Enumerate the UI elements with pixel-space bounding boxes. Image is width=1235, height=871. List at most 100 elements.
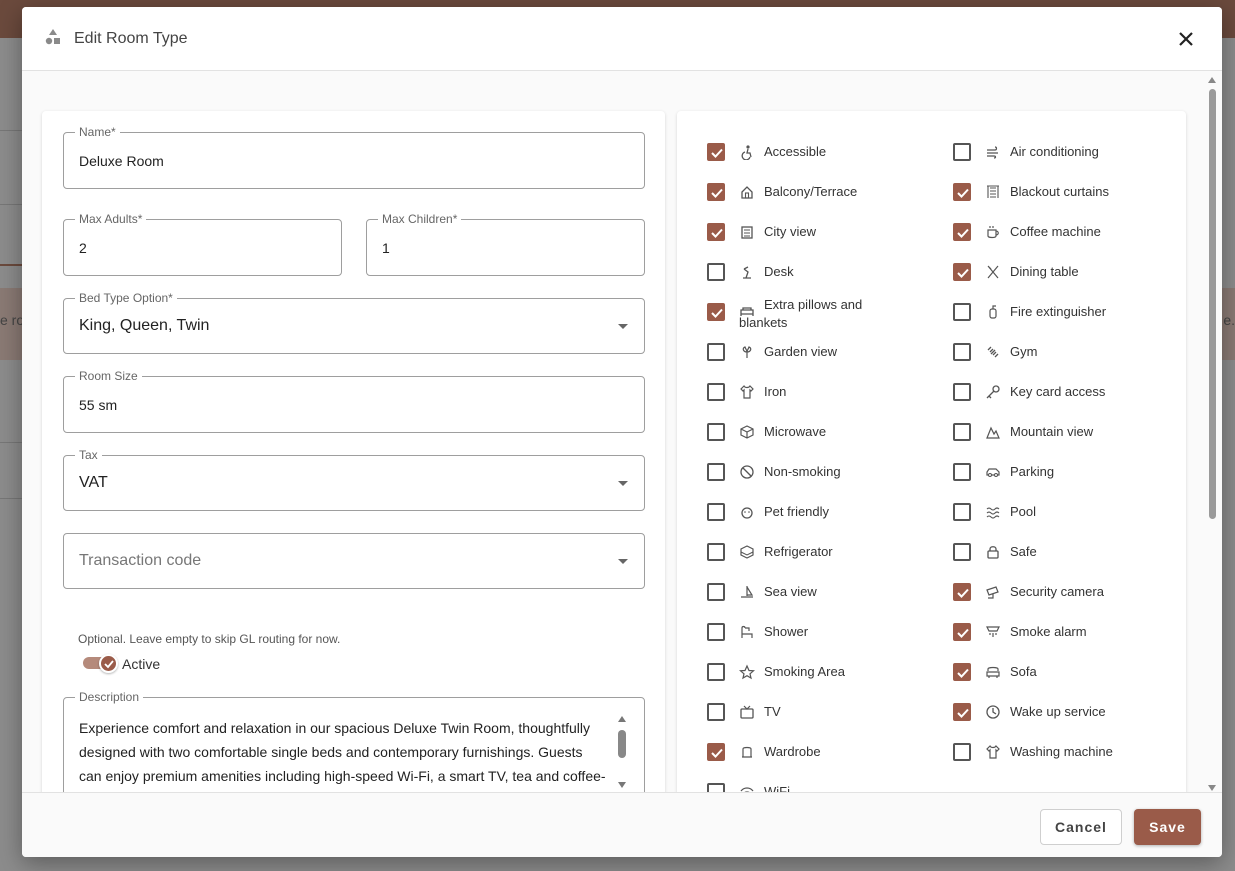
amenity-mountain-view[interactable]: Mountain view (953, 423, 1183, 459)
amenity-safe[interactable]: Safe (953, 543, 1183, 579)
amenity-checkbox[interactable] (953, 383, 971, 401)
amenity-shower[interactable]: Shower (707, 623, 937, 659)
amenity-label: Shower (764, 624, 809, 639)
amenity-label: Refrigerator (764, 544, 833, 559)
name-label: Name* (75, 125, 120, 139)
amenity-refrigerator[interactable]: Refrigerator (707, 543, 937, 579)
amenity-washing-machine[interactable]: Washing machine (953, 743, 1183, 779)
name-field[interactable]: Name* Deluxe Room (63, 125, 645, 189)
amenity-checkbox[interactable] (953, 223, 971, 241)
amenity-checkbox[interactable] (707, 263, 725, 281)
amenity-checkbox[interactable] (707, 183, 725, 201)
amenity-checkbox[interactable] (707, 423, 725, 441)
amenity-smoking-area[interactable]: Smoking Area (707, 663, 937, 699)
description-textarea[interactable]: Description Experience comfort and relax… (63, 690, 645, 792)
max-children-field[interactable]: Max Children* 1 (366, 212, 645, 276)
amenity-checkbox[interactable] (707, 223, 725, 241)
amenity-checkbox[interactable] (953, 583, 971, 601)
amenity-checkbox[interactable] (707, 543, 725, 561)
amenity-checkbox[interactable] (707, 743, 725, 761)
amenity-blackout-curtains[interactable]: Blackout curtains (953, 183, 1183, 219)
amenity-pool[interactable]: Pool (953, 503, 1183, 539)
max-adults-label: Max Adults* (75, 212, 147, 226)
amenity-checkbox[interactable] (707, 663, 725, 681)
amenity-desk[interactable]: Desk (707, 263, 937, 299)
amenity-coffee-machine[interactable]: Coffee machine (953, 223, 1183, 259)
close-icon[interactable] (1172, 25, 1200, 53)
amenity-microwave[interactable]: Microwave (707, 423, 937, 459)
shirt-icon (986, 744, 1000, 759)
amenity-accessible[interactable]: Accessible (707, 143, 937, 179)
amenity-checkbox[interactable] (953, 303, 971, 321)
amenity-pet-friendly[interactable]: Pet friendly (707, 503, 937, 539)
amenity-parking[interactable]: Parking (953, 463, 1183, 499)
amenity-checkbox[interactable] (953, 263, 971, 281)
amenity-label: Gym (1010, 344, 1038, 359)
amenity-balcony-terrace[interactable]: Balcony/Terrace (707, 183, 937, 219)
tax-value: VAT (79, 474, 108, 491)
amenity-wifi[interactable]: WiFi (707, 783, 937, 792)
amenity-checkbox[interactable] (953, 623, 971, 641)
max-adults-value: 2 (79, 240, 87, 256)
bg-divider (0, 130, 24, 131)
amenity-air-conditioning[interactable]: Air conditioning (953, 143, 1183, 179)
scroll-thumb[interactable] (1209, 89, 1216, 519)
amenity-checkbox[interactable] (953, 663, 971, 681)
amenity-checkbox[interactable] (707, 783, 725, 792)
amenity-checkbox[interactable] (953, 183, 971, 201)
amenity-label: Desk (764, 264, 794, 279)
amenity-checkbox[interactable] (953, 703, 971, 721)
amenity-checkbox[interactable] (953, 503, 971, 521)
amenity-extra-pillows-and-blankets[interactable]: Extra pillows and blankets (707, 297, 937, 339)
amenity-checkbox[interactable] (707, 303, 725, 321)
amenity-security-camera[interactable]: Security camera (953, 583, 1183, 619)
tax-select[interactable]: Tax VAT (63, 448, 645, 511)
amenity-checkbox[interactable] (707, 383, 725, 401)
scroll-up-arrow[interactable] (1208, 77, 1216, 83)
amenity-wardrobe[interactable]: Wardrobe (707, 743, 937, 779)
amenity-checkbox[interactable] (707, 463, 725, 481)
max-adults-field[interactable]: Max Adults* 2 (63, 212, 342, 276)
amenity-checkbox[interactable] (953, 543, 971, 561)
star-icon (739, 664, 755, 680)
amenity-checkbox[interactable] (707, 703, 725, 721)
amenity-label: Extra pillows and blankets (739, 297, 863, 330)
room-size-field[interactable]: Room Size 55 sm (63, 369, 645, 433)
amenity-checkbox[interactable] (953, 743, 971, 761)
amenity-dining-table[interactable]: Dining table (953, 263, 1183, 299)
amenity-wake-up-service[interactable]: Wake up service (953, 703, 1183, 739)
amenity-non-smoking[interactable]: Non-smoking (707, 463, 937, 499)
amenity-checkbox[interactable] (953, 143, 971, 161)
bed-type-select[interactable]: Bed Type Option* King, Queen, Twin (63, 291, 645, 354)
amenity-gym[interactable]: Gym (953, 343, 1183, 379)
amenity-checkbox[interactable] (707, 623, 725, 641)
scroll-down-arrow[interactable] (1208, 785, 1216, 791)
amenity-label: Air conditioning (1010, 144, 1099, 159)
amenity-checkbox[interactable] (953, 463, 971, 481)
amenity-city-view[interactable]: City view (707, 223, 937, 259)
cancel-button[interactable]: Cancel (1040, 809, 1122, 845)
amenity-fire-extinguisher[interactable]: Fire extinguisher (953, 303, 1183, 339)
save-button[interactable]: Save (1134, 809, 1201, 845)
amenity-checkbox[interactable] (707, 343, 725, 361)
amenity-smoke-alarm[interactable]: Smoke alarm (953, 623, 1183, 659)
amenity-sea-view[interactable]: Sea view (707, 583, 937, 619)
room-details-card: Name* Deluxe Room Max Adults* 2 Max Chil… (42, 111, 665, 792)
transaction-code-select[interactable]: Transaction code (63, 533, 645, 589)
amenity-tv[interactable]: TV (707, 703, 937, 739)
amenity-sofa[interactable]: Sofa (953, 663, 1183, 699)
amenity-iron[interactable]: Iron (707, 383, 937, 419)
sailboat-icon (741, 586, 754, 598)
amenity-label: Security camera (1010, 584, 1104, 599)
dialog-scrollbar[interactable] (1206, 75, 1218, 792)
amenity-checkbox[interactable] (953, 343, 971, 361)
amenity-checkbox[interactable] (707, 503, 725, 521)
amenity-checkbox[interactable] (707, 143, 725, 161)
active-toggle[interactable] (83, 654, 119, 673)
amenity-key-card-access[interactable]: Key card access (953, 383, 1183, 419)
amenity-garden-view[interactable]: Garden view (707, 343, 937, 379)
amenity-label: Wardrobe (764, 744, 821, 759)
description-scrollbar[interactable] (617, 716, 627, 792)
amenity-checkbox[interactable] (707, 583, 725, 601)
amenity-checkbox[interactable] (953, 423, 971, 441)
